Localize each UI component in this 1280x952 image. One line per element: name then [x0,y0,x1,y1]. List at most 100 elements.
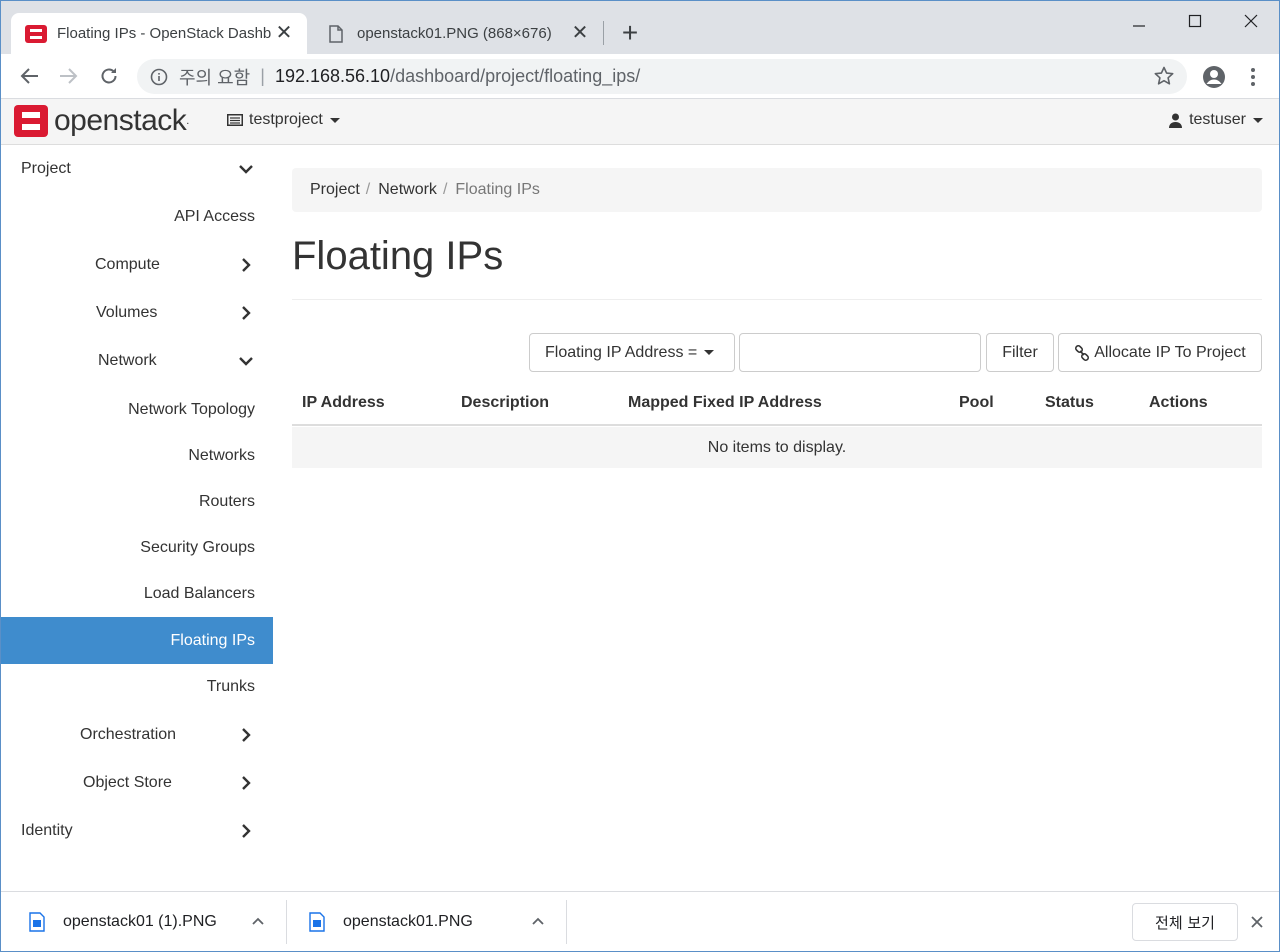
openstack-header: openstack. testproject testuser [1,99,1279,145]
table-empty-message: No items to display. [292,427,1262,468]
address-bar[interactable]: 주의 요함 | 192.168.56.10 /dashboard/project… [137,59,1187,94]
openstack-logo[interactable]: openstack. [14,104,189,138]
filter-input[interactable] [739,333,981,372]
download-file-name: openstack01 (1).PNG [63,913,217,930]
reload-icon[interactable] [96,63,122,89]
sidebar-item-compute[interactable]: Compute [1,241,273,289]
tab-openstack01-png[interactable]: openstack01.PNG (868×676) ✕ [311,13,603,54]
chevron-up-icon[interactable] [531,914,545,928]
column-ip-address[interactable]: IP Address [302,394,385,412]
chevron-right-icon [242,258,251,272]
caret-down-icon [704,350,715,355]
chevron-right-icon [242,776,251,790]
info-icon[interactable] [149,67,169,87]
new-tab-icon[interactable]: + [617,18,643,48]
sidebar-item-label: Routers [198,493,255,510]
sidebar-item-label: Trunks [206,678,255,695]
sidebar-item-network[interactable]: Network [1,337,273,385]
address-separator: | [260,66,265,86]
sidebar-item-load-balancers[interactable]: Load Balancers [1,571,273,617]
sidebar-item-label: Network Topology [128,401,255,418]
table-header: IP Address Description Mapped Fixed IP A… [292,381,1262,426]
project-picker[interactable]: testproject [227,111,340,129]
chevron-right-icon [242,306,251,320]
filter-field-select[interactable]: Floating IP Address = [529,333,735,372]
column-description[interactable]: Description [461,394,549,412]
sidebar-item-floating-ips[interactable]: Floating IPs [1,617,273,664]
caret-down-icon [1253,117,1263,123]
image-file-icon [29,912,45,932]
back-arrow-icon[interactable] [17,63,43,89]
download-item[interactable]: openstack01.PNG [309,900,473,944]
column-actions: Actions [1149,394,1208,411]
allocate-ip-label: Allocate IP To Project [1094,343,1246,361]
breadcrumb-separator: / [442,181,448,198]
browser-menu-icon[interactable] [1245,66,1261,88]
account-icon[interactable] [1201,64,1227,90]
tab-floating-ips[interactable]: Floating IPs - OpenStack Dashboard ✕ [11,13,307,54]
close-icon[interactable] [1249,914,1265,930]
browser-tab-strip: Floating IPs - OpenStack Dashboard ✕ ope… [1,1,1279,54]
project-list-icon [227,114,243,126]
chevron-down-icon [239,357,253,366]
sidebar-item-networks[interactable]: Networks [1,433,273,479]
window-minimize-icon[interactable] [1119,7,1159,35]
logo-text: openstack [54,104,187,137]
tab-title: Floating IPs - OpenStack Dashboard [57,25,271,42]
sidebar-item-label: Floating IPs [170,631,255,649]
image-file-icon [309,912,325,932]
column-status[interactable]: Status [1045,394,1094,412]
window-close-icon[interactable] [1231,7,1271,35]
sidebar-item-label: Identity [21,822,73,839]
caret-down-icon [329,117,340,123]
column-pool[interactable]: Pool [959,394,994,412]
tab-close-icon[interactable]: ✕ [569,22,591,44]
show-all-downloads-button[interactable]: 전체 보기 [1132,903,1238,941]
user-menu[interactable]: testuser [1169,111,1263,129]
sidebar-item-object-store[interactable]: Object Store [1,759,273,807]
chevron-up-icon[interactable] [251,914,265,928]
chevron-down-icon [239,165,253,174]
filter-field-label: Floating IP Address = [545,343,698,361]
sidebar-item-label: Networks [188,447,255,464]
sidebar-item-network-topology[interactable]: Network Topology [1,387,273,433]
chevron-right-icon [242,824,251,838]
browser-toolbar: 주의 요함 | 192.168.56.10 /dashboard/project… [1,54,1279,99]
sidebar-item-label: Security Groups [140,539,255,556]
window-maximize-icon[interactable] [1175,7,1215,35]
sidebar-item-volumes[interactable]: Volumes [1,289,273,337]
bookmark-star-icon[interactable] [1153,65,1175,87]
breadcrumb-network[interactable]: Network [378,181,437,199]
sidebar-item-label: Network [98,352,157,369]
sidebar-item-project[interactable]: Project [1,145,273,193]
tab-close-icon[interactable]: ✕ [273,22,295,44]
breadcrumb-project[interactable]: Project [310,181,360,199]
sidebar-item-api-access[interactable]: API Access [1,193,273,241]
breadcrumb: Project / Network / Floating IPs [292,168,1262,212]
url-host: 192.168.56.10 [274,66,391,86]
sidebar-item-routers[interactable]: Routers [1,479,273,525]
download-item[interactable]: openstack01 (1).PNG [29,900,217,944]
sidebar-item-orchestration[interactable]: Orchestration [1,711,273,759]
sidebar-item-label: API Access [174,208,255,225]
url-path: /dashboard/project/floating_ips/ [390,66,641,86]
filter-button[interactable]: Filter [986,333,1054,372]
sidebar-item-label: Orchestration [80,726,177,743]
user-icon [1169,113,1183,128]
breadcrumb-separator: / [365,181,371,198]
document-icon [325,23,347,45]
sidebar-item-security-groups[interactable]: Security Groups [1,525,273,571]
logo-registered-mark: . [186,115,190,127]
download-file-name: openstack01.PNG [343,913,473,930]
allocate-ip-button[interactable]: Allocate IP To Project [1058,333,1262,372]
forward-arrow-icon[interactable] [55,63,81,89]
column-mapped-fixed-ip[interactable]: Mapped Fixed IP Address [628,394,822,412]
sidebar-item-label: Volumes [96,304,158,321]
chevron-right-icon [242,728,251,742]
project-name: testproject [249,111,323,128]
download-shelf: openstack01 (1).PNG openstack01.PNG 전체 보… [1,891,1279,951]
tab-title: openstack01.PNG (868×676) [357,25,552,42]
security-warning-label: 주의 요함 [179,67,251,88]
sidebar-item-identity[interactable]: Identity [1,807,273,855]
sidebar-item-trunks[interactable]: Trunks [1,664,273,710]
